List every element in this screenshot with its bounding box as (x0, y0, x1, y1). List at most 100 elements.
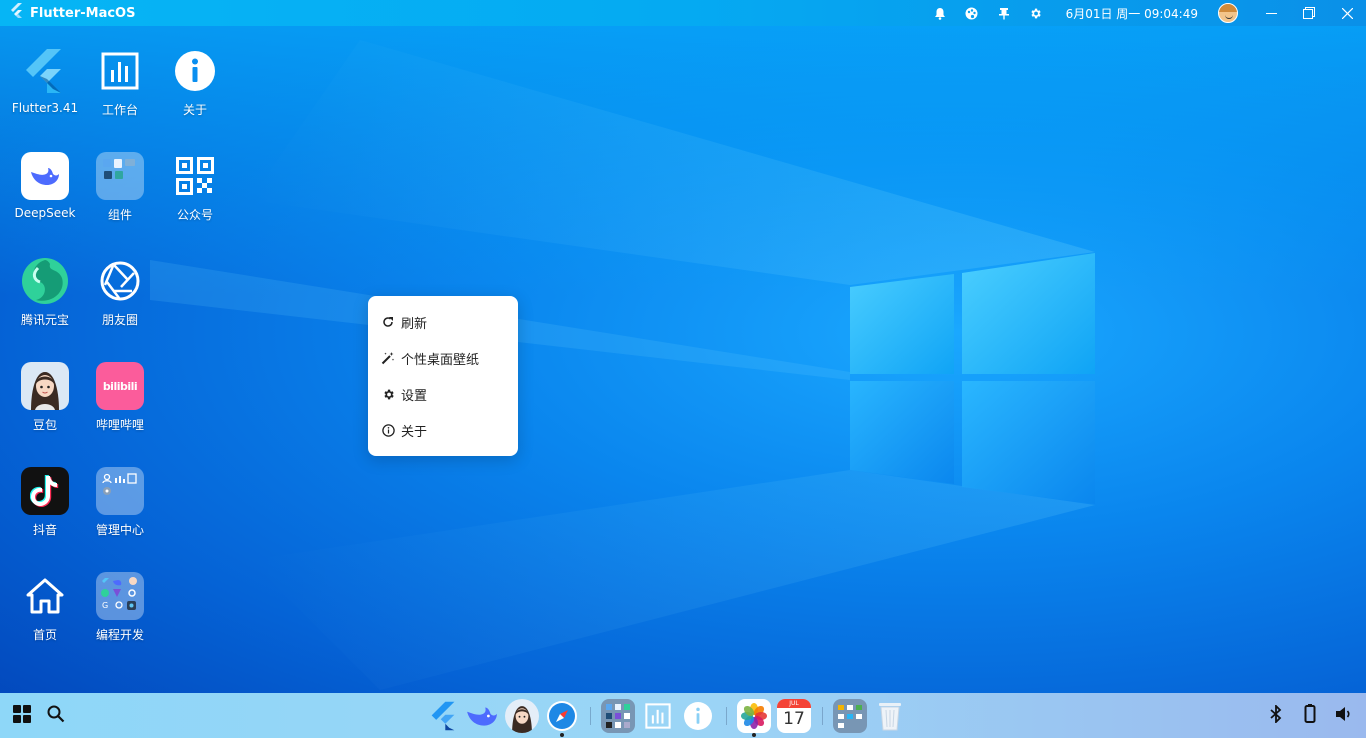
desktop-icon-workbench[interactable]: 工作台 (80, 47, 160, 118)
dock-app-calendar[interactable]: JUL 17 (776, 693, 812, 738)
dock-app-about[interactable] (680, 693, 716, 738)
safari-compass-icon (545, 699, 579, 733)
shutter-icon (96, 257, 144, 305)
close-button[interactable] (1328, 0, 1366, 26)
dock-separator (590, 707, 591, 725)
douyin-icon (21, 467, 69, 515)
desktop-icon-label: 豆包 (32, 418, 57, 432)
calendar-icon: JUL 17 (777, 698, 811, 733)
widgets-folder-icon (96, 152, 144, 200)
menu-item-settings[interactable]: 设置 (368, 376, 518, 412)
menu-item-label: 关于 (401, 424, 428, 440)
doubao-icon (505, 698, 539, 733)
battery-button[interactable] (1296, 693, 1324, 738)
desktop-icon-label: 朋友圈 (101, 313, 138, 327)
desktop-icon-home[interactable]: 首页 (5, 572, 85, 643)
windows-start-icon (12, 704, 32, 728)
app-title: Flutter-MacOS (30, 5, 136, 21)
desktop-icon-dev[interactable]: G 编程开发 (80, 572, 160, 643)
desktop-icon-douyin[interactable]: 抖音 (5, 467, 85, 538)
minimize-button[interactable] (1252, 0, 1290, 26)
desktop-icon-about[interactable]: 关于 (155, 47, 235, 118)
svg-text:G: G (102, 601, 108, 610)
desktop-icon-widgets[interactable]: 组件 (80, 152, 160, 223)
start-button[interactable] (8, 693, 36, 738)
desktop-icon-label: 管理中心 (95, 523, 144, 537)
desktop-icon-deepseek[interactable]: DeepSeek (5, 152, 85, 220)
running-indicator (752, 733, 756, 737)
deepseek-icon (21, 152, 69, 200)
flutter-logo-icon (10, 3, 24, 23)
refresh-icon (381, 315, 395, 329)
info-icon (681, 699, 715, 733)
yuanbao-icon (21, 257, 69, 305)
desktop-icon-label: 首页 (32, 628, 57, 642)
volume-button[interactable] (1330, 693, 1358, 738)
dock-app-photos[interactable] (736, 693, 772, 738)
flutter-icon (427, 699, 461, 733)
trash-icon (873, 699, 907, 733)
menu-item-label: 设置 (401, 388, 428, 404)
menu-item-label: 刷新 (401, 316, 428, 332)
qrcode-icon (171, 152, 219, 200)
palette-icon[interactable] (956, 0, 988, 26)
desktop-icon-label: DeepSeek (14, 206, 76, 220)
taskbar: JUL 17 (0, 693, 1366, 738)
menu-item-wallpaper[interactable]: 个性桌面壁纸 (368, 340, 518, 376)
desktop-icon-label: Flutter3.41 (11, 101, 79, 115)
search-button[interactable] (42, 693, 70, 738)
calendar-day: 17 (783, 708, 805, 729)
info-icon (171, 47, 219, 95)
photos-icon (737, 698, 771, 733)
dock-app-widgets[interactable] (600, 693, 636, 738)
deepseek-icon (465, 699, 499, 733)
dock-app-doubao[interactable] (504, 693, 540, 738)
dock-separator (822, 707, 823, 725)
calendar-month: JUL (777, 698, 811, 708)
gear-icon[interactable] (1020, 0, 1052, 26)
dock-app-workbench[interactable] (640, 693, 676, 738)
dock-app-admin[interactable] (832, 693, 868, 738)
admin-folder-icon (96, 467, 144, 515)
desktop-icon-label: 组件 (107, 208, 132, 222)
clock[interactable]: 6月01日 周一 09:04:49 (1052, 5, 1214, 22)
dock-separator (726, 707, 727, 725)
desktop-icon-label: 编程开发 (95, 628, 144, 642)
desktop-icon-bilibili[interactable]: bilibili 哔哩哔哩 (80, 362, 160, 433)
desktop-icon-doubao[interactable]: 豆包 (5, 362, 85, 433)
desktop-icon-moments[interactable]: 朋友圈 (80, 257, 160, 328)
desktop-icon-yuanbao[interactable]: 腾讯元宝 (5, 257, 85, 328)
bilibili-icon: bilibili (96, 362, 144, 410)
admin-folder-icon (833, 698, 867, 733)
dashboard-icon (641, 699, 675, 733)
widgets-folder-icon (601, 698, 635, 733)
dock-trash[interactable] (872, 693, 908, 738)
battery-icon (1304, 703, 1316, 728)
top-menu-bar: Flutter-MacOS 6月01日 周一 09:04:49 (0, 0, 1366, 26)
dock-app-safari[interactable] (544, 693, 580, 738)
restore-button[interactable] (1290, 0, 1328, 26)
dock-app-flutter[interactable] (426, 693, 462, 738)
desktop-icon-official-account[interactable]: 公众号 (155, 152, 235, 223)
flutter-icon (21, 47, 69, 95)
running-indicator (560, 733, 564, 737)
bell-icon[interactable] (924, 0, 956, 26)
pin-icon[interactable] (988, 0, 1020, 26)
desktop-icon-label: 公众号 (176, 208, 213, 222)
menu-item-label: 个性桌面壁纸 (401, 352, 480, 368)
desktop-icon-label: 关于 (182, 103, 207, 117)
desktop-icon-label: 工作台 (101, 103, 138, 117)
desktop-context-menu: 刷新 个性桌面壁纸 设置 关于 (368, 296, 518, 456)
bluetooth-icon (1270, 703, 1282, 727)
bluetooth-button[interactable] (1262, 693, 1290, 738)
desktop-icon-admin[interactable]: 管理中心 (80, 467, 160, 538)
app-title-group[interactable]: Flutter-MacOS (0, 3, 135, 23)
dock-app-deepseek[interactable] (464, 693, 500, 738)
user-avatar[interactable] (1218, 3, 1238, 23)
menu-item-about[interactable]: 关于 (368, 412, 518, 448)
desktop-icon-flutter[interactable]: Flutter3.41 (5, 47, 85, 115)
desktop-icon-label: 抖音 (32, 523, 57, 537)
menu-item-refresh[interactable]: 刷新 (368, 304, 518, 340)
dev-folder-icon: G (96, 572, 144, 620)
bilibili-logo-text: bilibili (102, 379, 138, 393)
